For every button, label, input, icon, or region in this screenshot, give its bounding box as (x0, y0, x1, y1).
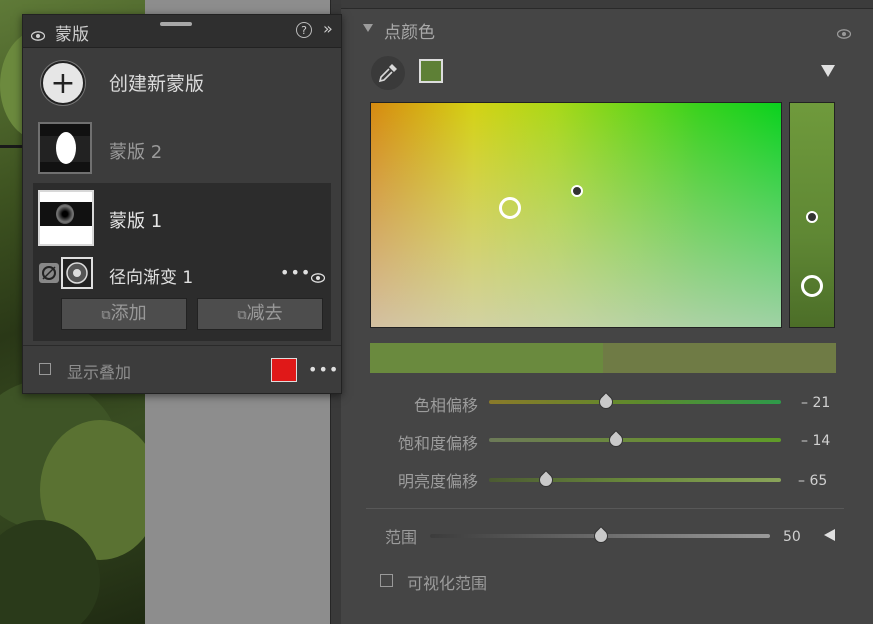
collapse-triangle-icon[interactable] (363, 24, 373, 32)
expand-icon[interactable]: » (323, 19, 333, 38)
mask-2-label[interactable]: 蒙版 2 (109, 138, 162, 164)
panel-grab-handle[interactable] (160, 22, 192, 26)
range-value[interactable]: 50 (783, 529, 801, 545)
preview-adjusted (603, 343, 836, 373)
mask-1-label[interactable]: 蒙版 1 (109, 207, 162, 233)
target-color-handle[interactable] (571, 185, 583, 197)
eye-icon[interactable] (310, 268, 326, 287)
overlay-color-swatch[interactable] (271, 358, 297, 382)
luminance-target-handle[interactable] (806, 211, 818, 223)
luminance-shift-label: 明亮度偏移 (397, 472, 478, 491)
eye-icon[interactable] (30, 26, 46, 45)
overlay-options-icon[interactable]: ••• (308, 360, 339, 379)
hue-shift-thumb[interactable] (596, 392, 616, 412)
show-overlay-checkbox[interactable] (39, 363, 51, 375)
luminance-shift-slider[interactable] (489, 478, 781, 482)
mask-1-thumbnail[interactable] (38, 190, 94, 246)
create-mask-label[interactable]: 创建新蒙版 (109, 69, 204, 96)
saturation-shift-thumb[interactable] (606, 430, 626, 450)
saturation-shift-value[interactable]: – 14 (801, 433, 830, 449)
divider-line (366, 508, 844, 509)
add-icon: ⧉ (101, 308, 111, 323)
radial-gradient-tool-icon[interactable] (39, 263, 59, 283)
hue-shift-slider[interactable] (489, 400, 781, 404)
dropdown-triangle-icon[interactable] (821, 65, 835, 77)
point-color-panel: 点颜色 色相偏移 – 21 饱和度偏移 – 14 明亮度偏移 – 65 范围 5… (341, 0, 873, 624)
range-label: 范围 (385, 528, 418, 547)
eyedropper-icon (378, 64, 397, 83)
sampled-color-handle[interactable] (499, 197, 521, 219)
hue-saturation-field[interactable] (370, 102, 782, 328)
section-title: 点颜色 (384, 23, 435, 43)
eyedropper-button[interactable] (371, 56, 405, 90)
mask-panel: 蒙版 ? » + 创建新蒙版 蒙版 2 蒙版 1 径向渐变 1 ••• ⧉添加 … (22, 14, 342, 394)
subtract-icon: ⧉ (237, 308, 247, 323)
create-mask-button[interactable]: + (41, 61, 85, 105)
range-thumb[interactable] (591, 526, 611, 546)
saturation-shift-label: 饱和度偏移 (397, 434, 478, 453)
visualize-range-checkbox[interactable] (380, 574, 393, 587)
luminance-shift-thumb[interactable] (536, 470, 556, 490)
radial-gradient-label[interactable]: 径向渐变 1 (109, 263, 193, 288)
radial-gradient-thumbnail[interactable] (61, 257, 93, 289)
luminance-strip[interactable] (789, 102, 835, 328)
mask-panel-header[interactable]: 蒙版 ? » (23, 15, 341, 48)
luminance-sample-handle[interactable] (801, 275, 823, 297)
hue-shift-label: 色相偏移 (413, 396, 478, 415)
luminance-shift-value[interactable]: – 65 (798, 473, 827, 489)
hue-shift-value[interactable]: – 21 (801, 395, 830, 411)
more-options-icon[interactable]: ••• (280, 263, 311, 282)
help-icon[interactable]: ? (296, 22, 312, 38)
preview-original (370, 343, 603, 373)
add-button[interactable]: ⧉添加 (61, 298, 187, 330)
color-preview-bar (370, 343, 836, 373)
range-options-triangle-icon[interactable] (824, 529, 835, 541)
eye-icon[interactable] (836, 24, 852, 43)
selected-color-swatch[interactable] (419, 59, 443, 83)
saturation-shift-slider[interactable] (489, 438, 781, 442)
subtract-button[interactable]: ⧉减去 (197, 298, 323, 330)
show-overlay-label: 显示叠加 (67, 363, 132, 382)
mask-2-thumbnail[interactable] (38, 122, 92, 174)
visualize-range-label: 可视化范围 (407, 574, 488, 593)
mask-panel-title: 蒙版 (55, 25, 89, 45)
